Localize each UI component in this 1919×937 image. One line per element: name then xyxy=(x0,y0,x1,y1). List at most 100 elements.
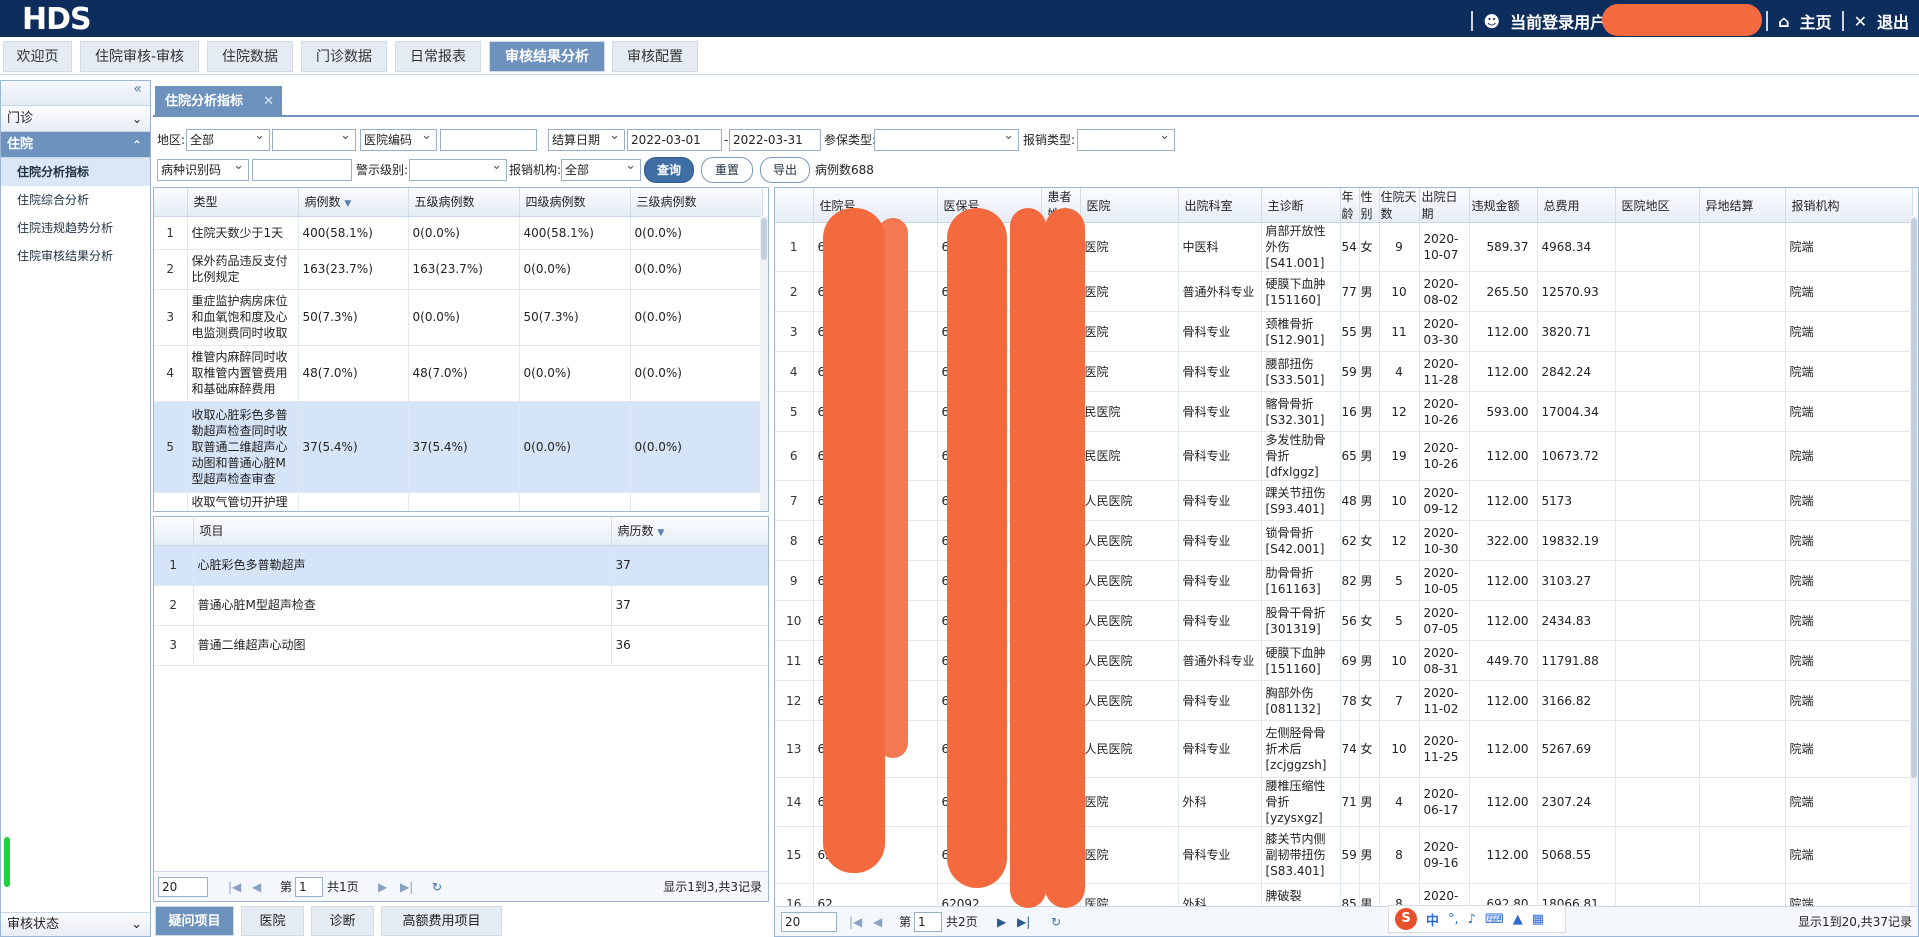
col-header-level4[interactable]: 四级病例数 xyxy=(519,188,631,217)
table-row-selected[interactable]: 1 心脏彩色多普勒超声 37 xyxy=(154,545,768,586)
table-row[interactable]: 3 普通二维超声心动图 36 xyxy=(154,625,768,666)
prev-page-icon[interactable]: ◀ xyxy=(252,872,261,901)
table-row[interactable]: 136262212人民医院骨科专业左侧胫骨骨折术后[zcjggzsh]74女10… xyxy=(775,720,1913,778)
microphone-icon[interactable]: ♪ xyxy=(1468,912,1476,927)
region-sub-select[interactable] xyxy=(272,129,356,151)
table-row[interactable]: 76262092人民医院骨科专业踝关节扭伤[S93.401]48男102020-… xyxy=(775,480,1913,521)
last-page-icon[interactable]: ▶| xyxy=(1017,907,1030,936)
export-button[interactable]: 导出 xyxy=(760,157,810,183)
table-row[interactable]: 116262092人民医院普通外科专业硬膜下血肿[151160]69男10202… xyxy=(775,640,1913,681)
table-row[interactable]: 106262092人民医院骨科专业股骨干骨折[301319]56女52020-0… xyxy=(775,600,1913,641)
sidebar-item-review-result[interactable]: 住院审核结果分析 xyxy=(1,242,150,270)
table-row[interactable]: 56262092民医院骨科专业髂骨骨折[S32.301]16男122020-10… xyxy=(775,391,1913,432)
sidebar-item-inpatient-comprehensive[interactable]: 住院综合分析 xyxy=(1,186,150,214)
disease-code-input[interactable] xyxy=(252,159,352,181)
home-icon[interactable]: ⌂ xyxy=(1778,12,1789,31)
keyboard-icon[interactable]: ⌨ xyxy=(1485,912,1504,927)
table-row[interactable]: 126262092人民医院骨科专业胸部外伤[081132]78女72020-11… xyxy=(775,680,1913,721)
prev-page-icon[interactable]: ◀ xyxy=(873,907,882,936)
sidebar-item-violation-trend[interactable]: 住院违规趋势分析 xyxy=(1,214,150,242)
table-row[interactable]: 66262092民医院骨科专业多发性肋骨骨折[dfxlggz]65男192020… xyxy=(775,431,1913,481)
table-row[interactable]: 2 保外药品违反支付比例规定 163(23.7%) 163(23.7%) 0(0.0%)… xyxy=(154,249,763,290)
nav-tab-inpatient-data[interactable]: 住院数据 xyxy=(207,41,293,72)
nav-tab-outpatient-data[interactable]: 门诊数据 xyxy=(301,41,387,72)
nav-tab-welcome[interactable]: 欢迎页 xyxy=(3,41,72,72)
page-tab-indicators[interactable]: 住院分析指标 ✕ xyxy=(155,86,282,117)
col-header-type[interactable]: 类型 xyxy=(187,188,299,217)
col-header-remote-settlement[interactable]: 异地结算 xyxy=(1699,188,1786,223)
first-page-icon[interactable]: |◀ xyxy=(228,872,241,901)
ime-mode-label[interactable]: 中 xyxy=(1426,910,1439,929)
col-header-days[interactable]: 住院天数 xyxy=(1379,188,1420,223)
col-header-reimb-org[interactable]: 报销机构 xyxy=(1785,188,1913,223)
date-from-input[interactable]: 2022-03-01 xyxy=(627,129,722,151)
page-number-input[interactable]: 1 xyxy=(914,912,942,932)
nav-tab-review-analysis[interactable]: 审核结果分析 xyxy=(489,41,605,72)
col-header-discharge-date[interactable]: 出院日期 xyxy=(1419,188,1470,223)
table-row[interactable]: 4 椎管内麻醉同时收取椎管内置管费用和基础麻醉费用 48(7.0%) 48(7.0%)… xyxy=(154,345,763,402)
col-header-record-count[interactable]: 病历数 ▼ xyxy=(611,517,768,546)
table-row-selected[interactable]: 5 收取心脏彩色多普勒超声检查同时收取普通二维超声心动图和普通心脏M型超声检查审查… xyxy=(154,401,763,493)
refresh-icon[interactable]: ↻ xyxy=(432,872,442,901)
nav-tab-daily-report[interactable]: 日常报表 xyxy=(395,41,481,72)
col-header-cases[interactable]: 病例数 ▼ xyxy=(298,188,409,217)
vertical-scrollbar[interactable] xyxy=(1910,216,1918,906)
sidebar-section-inpatient[interactable]: 住院 ⌃ xyxy=(1,132,150,158)
punctuation-icon[interactable]: °, xyxy=(1448,912,1459,927)
hospital-code-select[interactable]: 医院编码 xyxy=(360,129,437,151)
nav-tab-inpatient-review[interactable]: 住院审核-审核 xyxy=(80,41,199,72)
sidebar-section-outpatient[interactable]: 门诊 ⌄ xyxy=(1,106,150,132)
bottom-tab-high-cost-items[interactable]: 高额费用项目 xyxy=(381,906,502,936)
bottom-tab-diagnosis[interactable]: 诊断 xyxy=(311,906,374,936)
col-header-hospital[interactable]: 医院 xyxy=(1080,188,1179,223)
table-row[interactable]: 16262092医院中医科肩部开放性外伤[S41.001]54女92020-10… xyxy=(775,222,1913,272)
first-page-icon[interactable]: |◀ xyxy=(849,907,862,936)
close-icon[interactable]: ✕ xyxy=(1854,12,1867,31)
toolbox-icon[interactable]: ▦ xyxy=(1532,912,1544,927)
table-row[interactable]: 3 重症监护病房床位和血氧饱和度及心电监测费同时收取 50(7.3%) 0(0.0%)… xyxy=(154,289,763,346)
table-row[interactable]: 96262092人民医院骨科专业肋骨骨折[161163]82男52020-10-… xyxy=(775,560,1913,601)
region-select[interactable]: 全部 xyxy=(186,129,270,151)
ime-logo-icon[interactable]: S xyxy=(1395,908,1417,930)
nav-tab-review-config[interactable]: 审核配置 xyxy=(612,41,698,72)
reset-button[interactable]: 重置 xyxy=(701,157,753,183)
col-header-sex[interactable]: 性别 xyxy=(1359,188,1380,223)
col-header-hospital-region[interactable]: 医院地区 xyxy=(1615,188,1700,223)
query-button[interactable]: 查询 xyxy=(644,157,694,183)
table-row[interactable]: 86262092人民医院骨科专业锁骨骨折[S42.001]62女122020-1… xyxy=(775,520,1913,561)
reimb-type-select[interactable] xyxy=(1077,129,1175,151)
next-page-icon[interactable]: ▶ xyxy=(378,872,387,901)
table-row[interactable]: 1 住院天数少于1天 400(58.1%) 0(0.0%) 400(58.1%) 0(0.… xyxy=(154,216,763,250)
hospital-code-input[interactable] xyxy=(440,129,537,151)
col-header-level3[interactable]: 三级病例数 xyxy=(630,188,763,217)
table-row[interactable]: 2 普通心脏M型超声检查 37 xyxy=(154,585,768,626)
refresh-icon[interactable]: ↻ xyxy=(1051,907,1061,936)
table-row[interactable]: 46262092医院骨科专业腰部扭伤[S33.501]59男42020-11-2… xyxy=(775,351,1913,392)
insurance-type-select[interactable] xyxy=(874,129,1019,151)
scrollbar-thumb[interactable] xyxy=(1911,218,1917,778)
scrollbar-thumb[interactable] xyxy=(761,218,767,260)
bottom-tab-questioned-items[interactable]: 疑问项目 xyxy=(155,906,234,936)
disease-code-select[interactable]: 病种识别码 xyxy=(157,159,249,181)
table-row[interactable]: 36262092医院骨科专业颈椎骨折[S12.901]55男112020-03-… xyxy=(775,311,1913,352)
sidebar-section-review-status[interactable]: 审核状态 ⌄ xyxy=(1,912,150,936)
logout-link[interactable]: 退出 xyxy=(1877,9,1909,33)
alert-level-select[interactable] xyxy=(409,159,507,181)
col-header-item[interactable]: 项目 xyxy=(193,517,612,546)
settle-date-select[interactable]: 结算日期 xyxy=(548,129,625,151)
col-header-diagnosis[interactable]: 主诊断 xyxy=(1261,188,1341,223)
bottom-tab-hospital[interactable]: 医院 xyxy=(241,906,304,936)
col-header-total-cost[interactable]: 总费用 xyxy=(1537,188,1616,223)
page-size-select[interactable]: 20 xyxy=(781,912,837,932)
date-to-input[interactable]: 2022-03-31 xyxy=(729,129,821,151)
last-page-icon[interactable]: ▶| xyxy=(400,872,413,901)
page-number-input[interactable]: 1 xyxy=(295,877,323,897)
page-size-select[interactable]: 20 xyxy=(158,877,208,897)
table-row[interactable]: 26262092医院普通外科专业硬膜下血肿[151160]77男102020-0… xyxy=(775,271,1913,312)
next-page-icon[interactable]: ▶ xyxy=(997,907,1006,936)
table-row[interactable]: 156262092医院骨科专业膝关节内侧副韧带扭伤[S83.401]59男820… xyxy=(775,826,1913,884)
table-row[interactable]: 146262098医院外科腰椎压缩性骨折[yzysxgz]71男42020-06… xyxy=(775,777,1913,827)
col-header-age[interactable]: 年龄 xyxy=(1340,188,1360,223)
table-row[interactable]: 收取气管切开护理 xyxy=(154,492,763,511)
col-header-level5[interactable]: 五级病例数 xyxy=(408,188,520,217)
